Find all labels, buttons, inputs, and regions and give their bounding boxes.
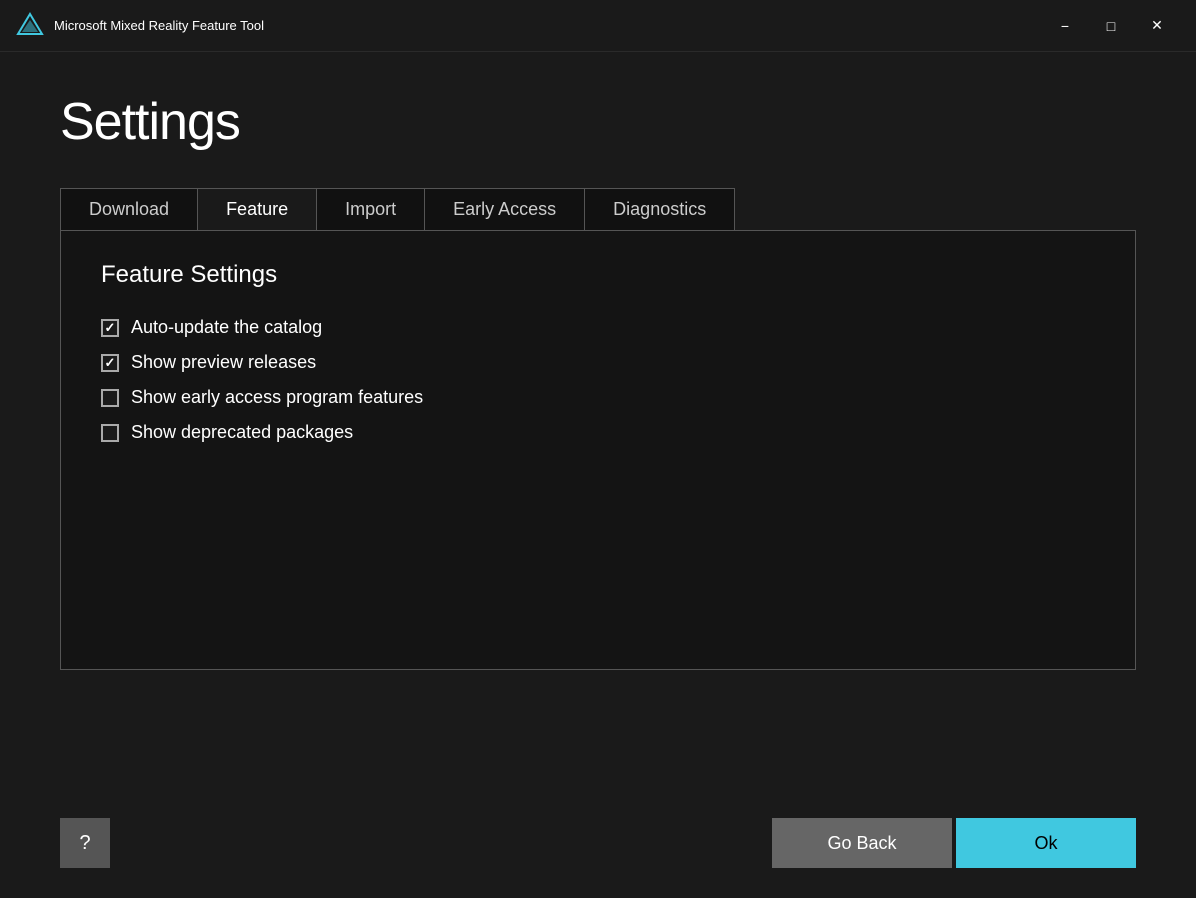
checkbox-auto-update-box[interactable] xyxy=(101,319,119,337)
checkbox-auto-update-label: Auto-update the catalog xyxy=(131,317,322,338)
app-icon xyxy=(16,12,44,40)
go-back-button[interactable]: Go Back xyxy=(772,818,952,868)
checkbox-early-access-label: Show early access program features xyxy=(131,387,423,408)
minimize-button[interactable]: − xyxy=(1042,10,1088,42)
tab-early-access[interactable]: Early Access xyxy=(425,189,585,230)
tab-diagnostics[interactable]: Diagnostics xyxy=(585,189,734,230)
tab-feature[interactable]: Feature xyxy=(198,189,317,230)
tab-download[interactable]: Download xyxy=(61,189,198,230)
tabs-container: Download Feature Import Early Access Dia… xyxy=(60,188,735,230)
title-bar-text: Microsoft Mixed Reality Feature Tool xyxy=(54,18,1042,33)
checkbox-show-preview-label: Show preview releases xyxy=(131,352,316,373)
right-buttons: Go Back Ok xyxy=(772,818,1136,868)
checkbox-deprecated-box[interactable] xyxy=(101,424,119,442)
checkbox-list: Auto-update the catalog Show preview rel… xyxy=(101,317,1095,443)
tab-import[interactable]: Import xyxy=(317,189,425,230)
checkbox-show-preview-box[interactable] xyxy=(101,354,119,372)
checkbox-auto-update[interactable]: Auto-update the catalog xyxy=(101,317,1095,338)
checkbox-show-preview[interactable]: Show preview releases xyxy=(101,352,1095,373)
checkbox-deprecated[interactable]: Show deprecated packages xyxy=(101,422,1095,443)
checkbox-deprecated-label: Show deprecated packages xyxy=(131,422,353,443)
main-content: Settings Download Feature Import Early A… xyxy=(0,52,1196,898)
content-panel: Feature Settings Auto-update the catalog… xyxy=(60,230,1136,670)
title-bar-controls: − □ ✕ xyxy=(1042,10,1180,42)
page-title: Settings xyxy=(60,92,1136,152)
checkbox-early-access[interactable]: Show early access program features xyxy=(101,387,1095,408)
ok-button[interactable]: Ok xyxy=(956,818,1136,868)
title-bar: Microsoft Mixed Reality Feature Tool − □… xyxy=(0,0,1196,52)
panel-title: Feature Settings xyxy=(101,261,1095,289)
bottom-bar: ? Go Back Ok xyxy=(60,798,1136,868)
help-button[interactable]: ? xyxy=(60,818,110,868)
maximize-button[interactable]: □ xyxy=(1088,10,1134,42)
checkbox-early-access-box[interactable] xyxy=(101,389,119,407)
close-button[interactable]: ✕ xyxy=(1134,10,1180,42)
